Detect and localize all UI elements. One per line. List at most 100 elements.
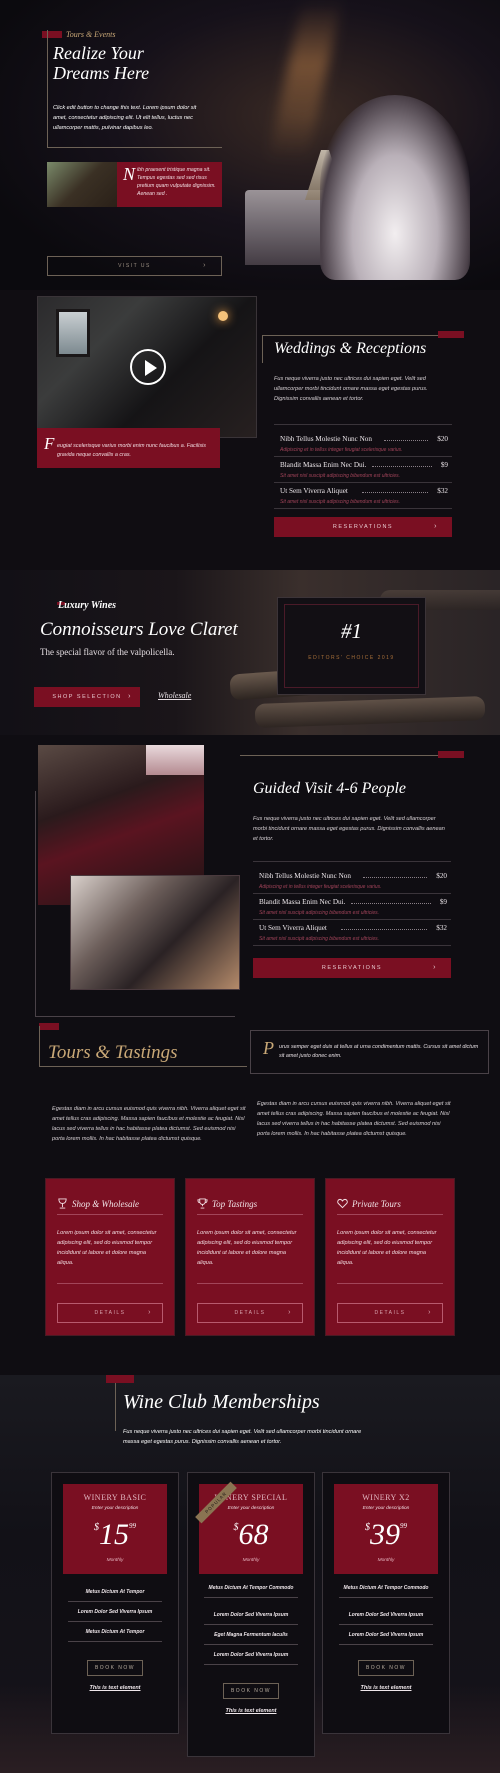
- video-thumbnail[interactable]: [37, 296, 257, 438]
- shop-selection-button[interactable]: SHOP SELECTION ›: [34, 687, 140, 707]
- plan-feature: Lorem Dolor Sed Viverra Ipsum: [339, 1632, 433, 1645]
- tours-side-dropcap: P: [263, 1038, 274, 1058]
- members-marker: [106, 1375, 134, 1383]
- details-button[interactable]: DETAILS ›: [197, 1303, 303, 1323]
- plan-price: $1599: [94, 1518, 136, 1551]
- arrow-right-icon: ›: [428, 1309, 432, 1316]
- plan-feature: Lorem Dolor Sed Viverra Ipsum: [204, 1612, 298, 1625]
- trophy-icon: [197, 1198, 208, 1209]
- hero-box-text: ibh praesent tristique magna sit. Tempus…: [137, 167, 216, 197]
- hero-couple-image: [320, 95, 470, 280]
- guided-text: Fus neque viverra justo nec ultrices dui…: [253, 816, 445, 842]
- plan-feature: Metus Dictum At Tempor: [68, 1589, 162, 1602]
- plan-text-link[interactable]: This is text element: [52, 1685, 178, 1691]
- reservations-button[interactable]: RESERVATIONS ›: [253, 958, 451, 978]
- plan-feature: Lorem Dolor Sed Viverra Ipsum: [339, 1612, 433, 1625]
- tours-column-2: Egestas diam in arcu cursus euismod quis…: [257, 1101, 451, 1137]
- plan-feature: Metus Dictum At Tempor: [68, 1629, 162, 1642]
- visit-us-button[interactable]: VISIT US ›: [47, 256, 222, 276]
- badge-number: #1: [341, 619, 362, 643]
- shop-wholesale-card: Shop & Wholesale Lorem ipsum dolor sit a…: [45, 1178, 175, 1336]
- plan-desc: Enter your description: [91, 1506, 139, 1511]
- tours-section: Tours & Tastings P urus semper eget duis…: [0, 1020, 500, 1375]
- toast-image: [70, 875, 240, 990]
- arrow-right-icon: ›: [148, 1309, 152, 1316]
- card-title: Private Tours: [352, 1199, 401, 1209]
- plan-text-link[interactable]: This is text element: [188, 1708, 314, 1714]
- tours-side-text: urus semper eget duis at tellus at urna …: [279, 1044, 479, 1059]
- guided-title: Guided Visit 4-6 People: [253, 780, 406, 797]
- plan-text-link[interactable]: This is text element: [323, 1685, 449, 1691]
- claret-script: Luxury Wines: [58, 600, 117, 611]
- badge-text: EDITORS' CHOICE 2019: [308, 655, 395, 661]
- plan-feature: Eget Magna Fermentum Iaculis: [204, 1632, 298, 1645]
- private-tours-card: Private Tours Lorem ipsum dolor sit amet…: [325, 1178, 455, 1336]
- hero-section: Tours & Events Realize Your Dreams Here …: [0, 0, 500, 290]
- plan-period: Monthly: [242, 1558, 260, 1563]
- plan-feature: Lorem Dolor Sed Viverra Ipsum: [204, 1652, 298, 1665]
- arrow-right-icon: ›: [288, 1309, 292, 1316]
- hero-text: Click edit button to change this text. L…: [53, 105, 197, 131]
- plan-name: WINERY BASIC: [83, 1493, 147, 1502]
- wine-glass-icon: [58, 1198, 67, 1209]
- plan-feature: Metus Dictum At Tempor Commodo: [204, 1585, 298, 1598]
- editors-choice-badge: #1 EDITORS' CHOICE 2019: [277, 597, 426, 695]
- plan-card-x2: WINERY X2 Enter your description $3999 M…: [322, 1472, 450, 1734]
- hero-title: Realize Your Dreams Here: [53, 43, 150, 83]
- window-image: [56, 309, 90, 357]
- details-button[interactable]: DETAILS ›: [57, 1303, 163, 1323]
- book-now-button[interactable]: BOOK NOW: [223, 1683, 279, 1699]
- hero-box-dropcap: N: [123, 164, 136, 184]
- tours-title: Tours & Tastings: [48, 1042, 178, 1063]
- plan-card-basic: WINERY BASIC Enter your description $159…: [51, 1472, 179, 1734]
- guided-marker: [438, 751, 464, 758]
- play-icon[interactable]: [130, 349, 166, 385]
- bottle-image: [254, 695, 486, 729]
- weddings-price-list: Nibh Tellus Molestie Nunc Non $20 Adipis…: [274, 424, 452, 509]
- weddings-title: Weddings & Receptions: [274, 340, 427, 357]
- guided-price-list: Nibh Tellus Molestie Nunc Non $20 Adipis…: [253, 861, 451, 946]
- details-button[interactable]: DETAILS ›: [337, 1303, 443, 1323]
- plan-price: $68: [233, 1518, 269, 1551]
- price-item: Nibh Tellus Molestie Nunc Non $20 Adipis…: [253, 868, 451, 894]
- caption-text: eugiat scelerisque varius morbi enim nun…: [57, 443, 206, 458]
- card-title: Shop & Wholesale: [72, 1199, 139, 1209]
- plan-period: Monthly: [377, 1558, 395, 1563]
- plan-feature: Metus Dictum At Tempor Commodo: [339, 1585, 433, 1598]
- arrow-right-icon: ›: [203, 262, 207, 269]
- vineyard-image: [47, 162, 117, 207]
- light-beam: [267, 0, 343, 160]
- heart-icon: [337, 1198, 348, 1209]
- price-item: Ut Sem Viverra Aliquet $32 Sit amet nisl…: [274, 483, 452, 509]
- plan-period: Monthly: [106, 1558, 124, 1563]
- claret-section: Luxury Wines Connoisseurs Love Claret Th…: [0, 570, 500, 735]
- price-item: Ut Sem Viverra Aliquet $32 Sit amet nisl…: [253, 920, 451, 946]
- book-now-button[interactable]: BOOK NOW: [358, 1660, 414, 1676]
- top-tastings-card: Top Tastings Lorem ipsum dolor sit amet,…: [185, 1178, 315, 1336]
- card-text: Lorem ipsum dolor sit amet, consectetur …: [197, 1230, 297, 1266]
- weddings-text: Fus neque viverra justo nec ultrices dui…: [274, 376, 428, 402]
- tours-marker: [39, 1023, 59, 1030]
- reservations-button[interactable]: RESERVATIONS ›: [274, 517, 452, 537]
- plan-price: $3999: [365, 1518, 407, 1551]
- memberships-section: Wine Club Memberships Fus neque viverra …: [0, 1375, 500, 1773]
- book-now-button[interactable]: BOOK NOW: [87, 1660, 143, 1676]
- arrow-right-icon: ›: [434, 523, 438, 530]
- page: Tours & Events Realize Your Dreams Here …: [0, 0, 500, 1773]
- members-title: Wine Club Memberships: [123, 1391, 320, 1413]
- arrow-right-icon: ›: [433, 964, 437, 971]
- members-text: Fus neque viverra justo nec ultrices dui…: [123, 1429, 362, 1445]
- card-text: Lorem ipsum dolor sit amet, consectetur …: [57, 1230, 157, 1266]
- plan-card-special: WINERY SPECIAL Enter your description $6…: [187, 1472, 315, 1757]
- weddings-section: F eugiat scelerisque varius morbi enim n…: [0, 290, 500, 570]
- hero-box: N ibh praesent tristique magna sit. Temp…: [47, 162, 222, 207]
- claret-title: Connoisseurs Love Claret: [40, 619, 238, 640]
- wholesale-link[interactable]: Wholesale: [158, 691, 191, 700]
- caption-dropcap: F: [44, 434, 55, 453]
- plan-desc: Enter your description: [362, 1506, 410, 1511]
- weddings-marker: [438, 331, 464, 338]
- plan-name: WINERY X2: [362, 1493, 410, 1502]
- card-title: Top Tastings: [212, 1199, 258, 1209]
- claret-subtitle: The special flavor of the valpolicella.: [40, 647, 175, 657]
- price-item: Blandit Massa Enim Nec Dui. $9 Sit amet …: [253, 894, 451, 920]
